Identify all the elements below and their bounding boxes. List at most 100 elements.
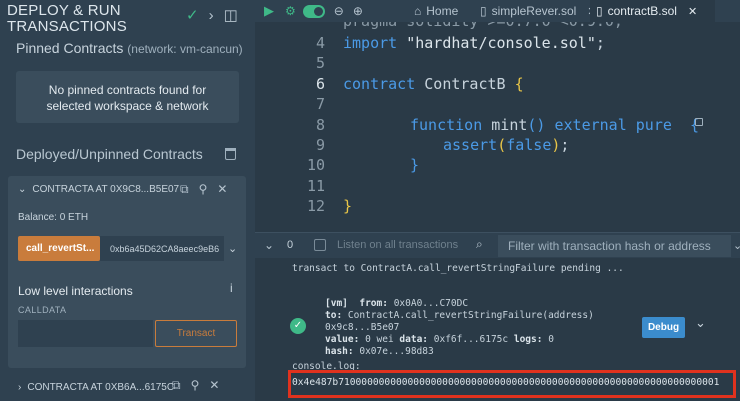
calldata-input[interactable]: [18, 320, 153, 347]
line-number: 10: [306, 156, 325, 174]
search-icon: ⌕: [476, 237, 483, 251]
function-arg-input[interactable]: 0xb6a45D62CA8aeec9eB6: [100, 236, 224, 261]
deployed-contracts-title: Deployed/Unpinned Contracts: [16, 146, 203, 162]
line-number: 4: [315, 34, 325, 52]
pinned-network: (network: vm-cancun): [127, 42, 243, 56]
pin-icon[interactable]: ⚲: [199, 182, 208, 197]
tx-from-line: [vm] from: 0x0A0...C70DC: [325, 298, 468, 309]
contract-name: CONTRACTA AT 0X9C8...B5E07: [32, 184, 180, 195]
panel-toggle-icon[interactable]: ◫: [224, 6, 238, 24]
low-level-title: Low level interactions: [18, 284, 133, 298]
pending-line: transact to ContractA.call_revertStringF…: [292, 263, 624, 274]
tab-label: Home: [426, 4, 459, 18]
panel-title-line1: DEPLOY & RUN: [7, 2, 121, 19]
autocompile-toggle[interactable]: [302, 4, 325, 18]
tab-simple-rever[interactable]: ▯ simpleRever.sol ✕: [474, 0, 597, 22]
line-number: 6: [315, 75, 325, 93]
panel-title-line2: TRANSACTIONS: [7, 18, 127, 35]
contract-card-header[interactable]: ⌄ CONTRACTA AT 0X9C8...B5E07: [18, 184, 179, 195]
contract-name: CONTRACTA AT 0XB6A...6175C: [27, 381, 175, 393]
pinned-title-text: Pinned Contracts: [16, 40, 124, 56]
contract-card2-tools: ⧉ ⚲ ✕: [172, 378, 219, 393]
debug-button[interactable]: Debug: [642, 317, 685, 338]
tab-label: simpleRever.sol: [491, 4, 577, 18]
tx-from: 0x0A0...C70DC: [393, 298, 469, 309]
chevron-right-icon[interactable]: ›: [209, 7, 214, 24]
file-icon: ▯: [480, 4, 487, 18]
chevron-down-icon[interactable]: ⌄: [228, 242, 237, 255]
hash-label: hash:: [325, 346, 354, 357]
copy-icon[interactable]: ⧉: [172, 378, 181, 393]
code-line: contract ContractB {: [343, 75, 524, 93]
file-icon: ▯: [596, 4, 603, 18]
terminal-output: transact to ContractA.call_revertStringF…: [255, 258, 740, 401]
chevron-down-icon[interactable]: ⌄: [733, 239, 740, 252]
value-label: value:: [325, 334, 360, 345]
code-line: assert(false);: [443, 136, 570, 154]
success-check-icon: ✓: [290, 318, 306, 334]
from-label: from:: [359, 298, 388, 309]
transaction-filter-input[interactable]: Filter with transaction hash or address: [498, 235, 731, 257]
chevron-down-icon[interactable]: ⌄: [695, 316, 706, 331]
line-number: 5: [315, 54, 325, 72]
data-label: data:: [399, 334, 429, 345]
no-pinned-message: No pinned contracts found for selected w…: [16, 71, 239, 123]
listen-checkbox[interactable]: [314, 239, 326, 251]
code-line: import "hardhat/console.sol";: [343, 34, 605, 52]
line-number: 12: [306, 197, 325, 215]
no-pinned-line2: selected workspace & network: [46, 99, 209, 113]
code-line: }: [410, 156, 420, 174]
contract-card-tools: ⧉ ⚲ ✕: [180, 182, 227, 197]
trash-icon[interactable]: [225, 148, 236, 160]
transact-button[interactable]: Transact: [155, 320, 237, 347]
check-icon[interactable]: ✓: [186, 6, 199, 24]
zoom-out-icon[interactable]: ⊖: [334, 4, 344, 18]
play-icon[interactable]: ▶: [264, 3, 274, 19]
tx-to-line: to: ContractA.call_revertStringFailure(a…: [325, 310, 594, 321]
pinned-contracts-title: Pinned Contracts (network: vm-cancun): [16, 40, 243, 56]
home-icon: ⌂: [414, 4, 422, 18]
code-line: }: [343, 197, 353, 215]
to-label: to:: [325, 310, 343, 321]
chevron-down-icon[interactable]: ⌄: [18, 184, 26, 195]
code-editor[interactable]: pragma solidity >=0.7.0 <0.9.0; 4 import…: [255, 22, 740, 232]
close-icon[interactable]: ✕: [688, 5, 697, 18]
no-pinned-line1: No pinned contracts found for: [48, 83, 207, 97]
tab-home[interactable]: ⌂ Home: [408, 0, 458, 22]
lock-icon: [695, 118, 703, 126]
tx-to-addr: 0x9c8...B5e07: [325, 322, 400, 333]
vm-tag: [vm]: [325, 298, 348, 309]
copy-icon[interactable]: ⧉: [180, 182, 189, 197]
panel-header-icons: ✓ › ◫: [186, 6, 238, 25]
chevron-right-icon[interactable]: ›: [18, 382, 21, 393]
line-number: 11: [306, 177, 325, 195]
info-icon[interactable]: i: [230, 281, 233, 295]
close-icon[interactable]: ✕: [217, 182, 227, 197]
line-number: 8: [315, 116, 325, 134]
robot-icon[interactable]: ⚙: [285, 4, 296, 18]
call-revert-string-button[interactable]: call_revertSt...: [18, 236, 100, 261]
tx-data: 0xf6f...6175c: [433, 334, 509, 345]
zoom-in-icon[interactable]: ⊕: [353, 4, 363, 18]
tx-to: ContractA.call_revertStringFailure(addre…: [347, 310, 594, 321]
tx-logs: 0: [548, 334, 554, 345]
code-line: pragma solidity >=0.7.0 <0.9.0;: [343, 22, 623, 30]
tab-contract-b[interactable]: ▯ contractB.sol ✕: [590, 0, 715, 22]
tx-hash: 0x07e...98d83: [359, 346, 434, 357]
deploy-run-panel: DEPLOY & RUN TRANSACTIONS ✓ › ◫ Pinned C…: [0, 0, 255, 401]
chevron-down-icon[interactable]: ⌄: [264, 238, 274, 252]
code-line: function mint() external pure {: [410, 116, 699, 134]
tab-label: contractB.sol: [607, 4, 677, 18]
line-number: 9: [315, 136, 325, 154]
line-number: 7: [315, 95, 325, 113]
tx-value: 0 wei: [365, 334, 394, 345]
pin-icon[interactable]: ⚲: [191, 378, 200, 393]
console-log-value: 0x4e487b71000000000000000000000000000000…: [292, 377, 720, 388]
pending-count: 0: [287, 239, 294, 251]
close-icon[interactable]: ✕: [209, 378, 219, 393]
contract-card: ⌄ CONTRACTA AT 0X9C8...B5E07 ⧉ ⚲ ✕ Balan…: [8, 176, 246, 368]
contract-balance: Balance: 0 ETH: [18, 212, 89, 223]
calldata-label: CALLDATA: [18, 305, 67, 315]
listen-label: Listen on all transactions: [337, 239, 459, 251]
tx-hash-line: hash: 0x07e...98d83: [325, 346, 434, 357]
